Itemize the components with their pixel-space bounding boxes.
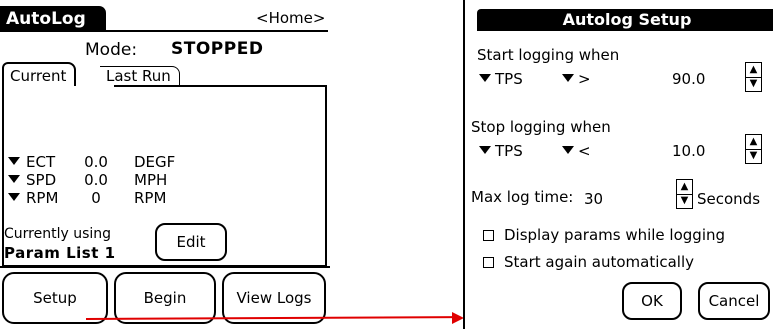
- stop-threshold-stepper[interactable]: ▲ ▼: [745, 134, 762, 164]
- ok-button[interactable]: OK: [622, 282, 682, 320]
- param-value: 0: [91, 189, 101, 207]
- param-value: 0.0: [84, 153, 108, 171]
- stepper-up-icon[interactable]: ▲: [746, 63, 761, 78]
- home-menu[interactable]: <Home>: [256, 9, 325, 27]
- stepper-down-icon[interactable]: ▼: [677, 194, 692, 208]
- stop-logging-label: Stop logging when: [471, 118, 611, 136]
- start-operator-value: >: [578, 70, 591, 88]
- param-value: 0.0: [84, 171, 108, 189]
- title-divider: [0, 30, 328, 32]
- stop-threshold-value[interactable]: 10.0: [672, 142, 705, 160]
- dropdown-triangle-icon: [562, 146, 574, 154]
- param-unit: DEGF: [134, 153, 176, 171]
- start-param-value: TPS: [495, 70, 523, 88]
- param-unit: RPM: [134, 189, 167, 207]
- cancel-button[interactable]: Cancel: [698, 282, 770, 320]
- stop-param-select[interactable]: TPS: [479, 142, 523, 160]
- param-row-ect: ECT 0.0 DEGF: [8, 152, 175, 172]
- edit-button[interactable]: Edit: [155, 223, 227, 261]
- stop-operator-select[interactable]: <: [562, 142, 591, 160]
- start-param-select[interactable]: TPS: [479, 70, 523, 88]
- stepper-down-icon[interactable]: ▼: [746, 77, 761, 91]
- max-log-time-unit: Seconds: [697, 190, 761, 208]
- setup-button[interactable]: Setup: [2, 272, 108, 324]
- app-title: AutoLog: [0, 6, 106, 32]
- dropdown-triangle-icon: [562, 74, 574, 82]
- display-params-checkbox[interactable]: [483, 230, 494, 241]
- tab-current[interactable]: Current: [2, 62, 77, 86]
- mode-label: Mode:: [85, 40, 138, 60]
- start-again-checkbox[interactable]: [483, 257, 494, 268]
- param-list-name: Param List 1: [4, 244, 116, 262]
- max-log-time-stepper[interactable]: ▲ ▼: [676, 179, 693, 209]
- dropdown-triangle-icon: [479, 74, 491, 82]
- stepper-up-icon[interactable]: ▲: [746, 135, 761, 150]
- display-params-label[interactable]: Display params while logging: [504, 226, 725, 244]
- begin-button[interactable]: Begin: [114, 272, 216, 324]
- start-threshold-value[interactable]: 90.0: [672, 70, 705, 88]
- stepper-up-icon[interactable]: ▲: [677, 180, 692, 195]
- param-row-spd: SPD 0.0 MPH: [8, 170, 167, 190]
- start-again-label[interactable]: Start again automatically: [504, 253, 694, 271]
- dialog-title: Autolog Setup: [477, 9, 773, 31]
- start-operator-select[interactable]: >: [562, 70, 591, 88]
- start-logging-label: Start logging when: [477, 46, 620, 64]
- stop-operator-value: <: [578, 142, 591, 160]
- dropdown-triangle-icon: [479, 146, 491, 154]
- max-log-time-value[interactable]: 30: [584, 190, 603, 208]
- tab-last-run[interactable]: Last Run: [100, 66, 180, 86]
- param-name[interactable]: RPM: [26, 188, 76, 208]
- param-row-rpm: RPM 0 RPM: [8, 188, 166, 208]
- button-bar-divider: [0, 266, 330, 268]
- param-name[interactable]: SPD: [26, 170, 76, 190]
- dropdown-triangle-icon[interactable]: [8, 193, 20, 201]
- dropdown-triangle-icon[interactable]: [8, 157, 20, 165]
- dropdown-triangle-icon[interactable]: [8, 175, 20, 183]
- mode-status: STOPPED: [171, 39, 264, 59]
- max-log-time-label: Max log time:: [471, 188, 574, 206]
- param-name[interactable]: ECT: [26, 152, 76, 172]
- start-threshold-stepper[interactable]: ▲ ▼: [745, 62, 762, 92]
- autolog-main-screen: AutoLog <Home> Mode: STOPPED Last Run Cu…: [0, 0, 330, 325]
- stop-param-value: TPS: [495, 142, 523, 160]
- param-unit: MPH: [134, 171, 168, 189]
- currently-using-label: Currently using: [4, 226, 112, 242]
- stepper-down-icon[interactable]: ▼: [746, 149, 761, 163]
